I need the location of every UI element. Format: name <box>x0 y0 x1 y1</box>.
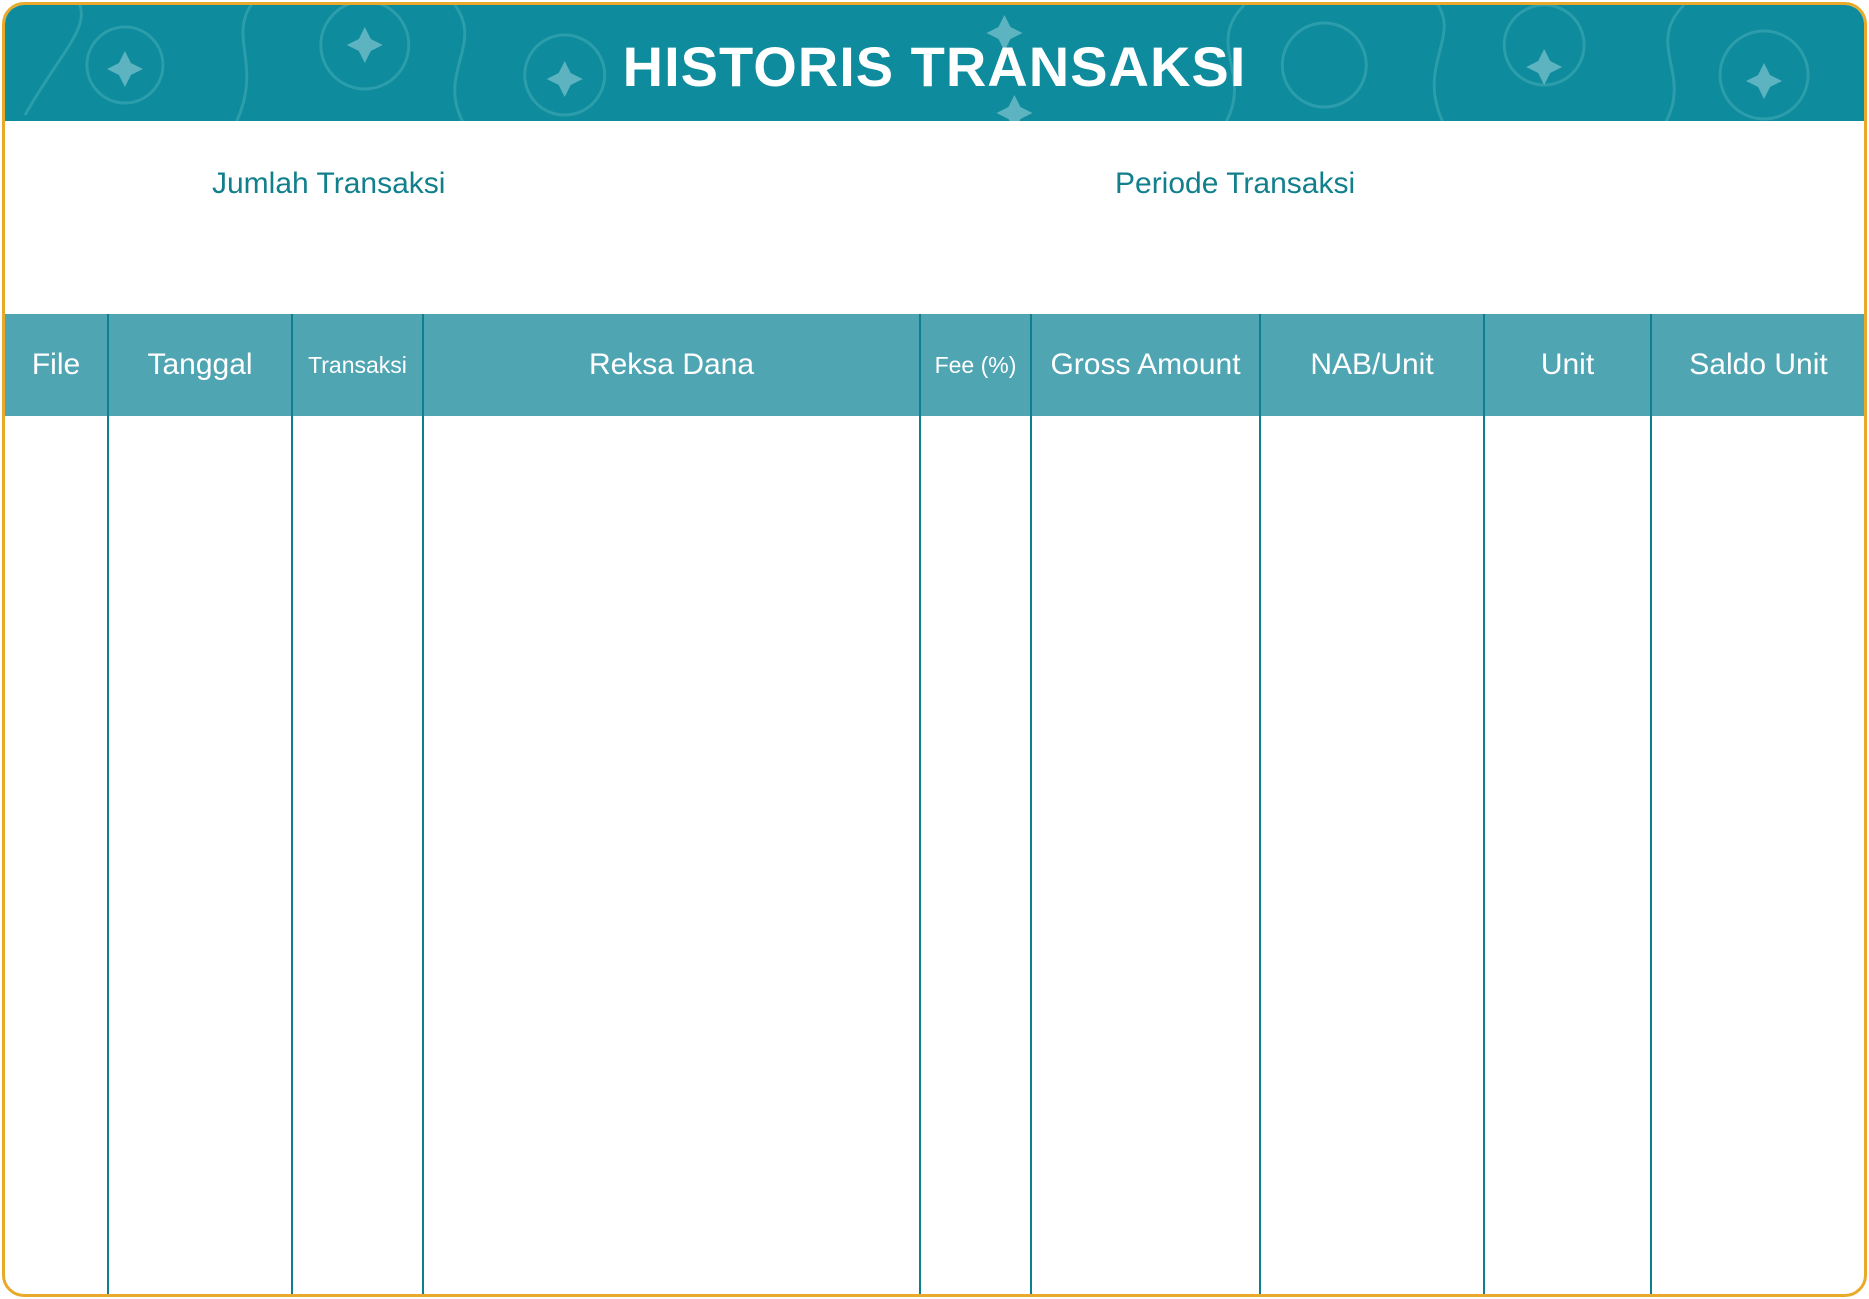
column-header-gross-amount[interactable]: Gross Amount <box>1030 314 1260 416</box>
jumlah-transaksi-label: Jumlah Transaksi <box>212 167 446 200</box>
historis-transaksi-panel: HISTORIS TRANSAKSI Jumlah Transaksi Peri… <box>2 2 1867 1297</box>
file-column-cell <box>5 416 108 1294</box>
table-header-row: File Tanggal Transaksi Reksa Dana Fee (%… <box>5 314 1864 416</box>
fee-column-cell <box>919 416 1031 1294</box>
title-banner: HISTORIS TRANSAKSI <box>5 5 1864 121</box>
table-body-empty <box>5 416 1864 1294</box>
page-title: HISTORIS TRANSAKSI <box>622 35 1247 98</box>
periode-transaksi-label: Periode Transaksi <box>1115 167 1356 200</box>
column-header-tanggal[interactable]: Tanggal <box>107 314 292 416</box>
column-header-nab-unit[interactable]: NAB/Unit <box>1259 314 1484 416</box>
nab-unit-column-cell <box>1259 416 1484 1294</box>
reksa-dana-column-cell <box>422 416 920 1294</box>
saldo-unit-column-cell <box>1650 416 1864 1294</box>
transaction-table-container: File Tanggal Transaksi Reksa Dana Fee (%… <box>5 314 1864 1294</box>
column-header-unit[interactable]: Unit <box>1483 314 1651 416</box>
column-header-saldo-unit[interactable]: Saldo Unit <box>1650 314 1864 416</box>
unit-column-cell <box>1483 416 1651 1294</box>
transaksi-column-cell <box>291 416 423 1294</box>
tanggal-column-cell <box>107 416 292 1294</box>
column-header-fee[interactable]: Fee (%) <box>919 314 1031 416</box>
column-header-reksa-dana[interactable]: Reksa Dana <box>422 314 920 416</box>
column-header-file[interactable]: File <box>5 314 108 416</box>
gross-amount-column-cell <box>1030 416 1260 1294</box>
column-header-transaksi[interactable]: Transaksi <box>291 314 423 416</box>
transaction-table: File Tanggal Transaksi Reksa Dana Fee (%… <box>5 314 1864 1294</box>
